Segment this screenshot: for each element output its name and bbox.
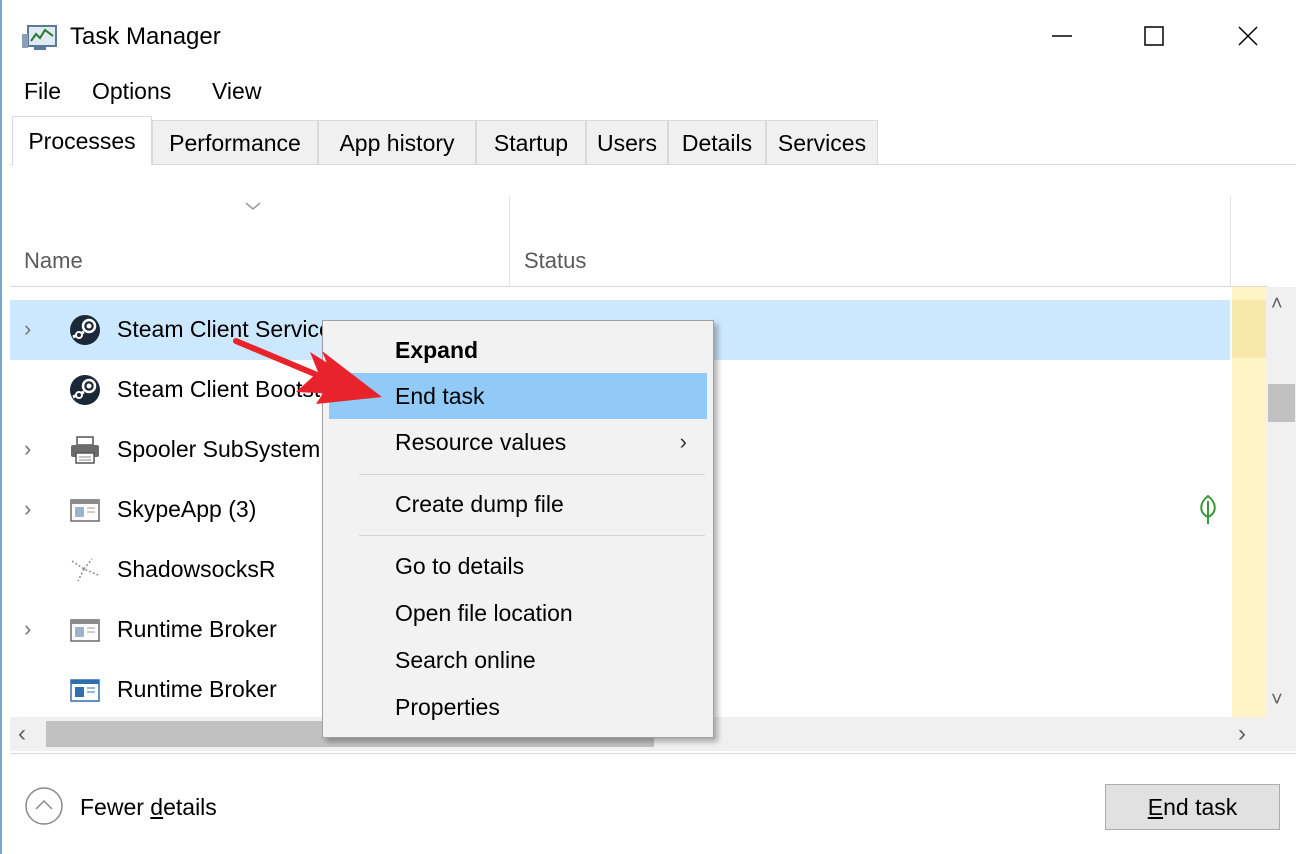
resource-cell-highlight: [1232, 300, 1266, 358]
close-icon: [1238, 26, 1258, 46]
process-name: Runtime Broker: [117, 616, 277, 642]
context-menu-separator: [359, 474, 705, 475]
context-menu-label: Expand: [395, 337, 479, 363]
column-header-status[interactable]: Status: [524, 248, 586, 274]
menu-file[interactable]: File: [24, 76, 61, 106]
context-menu-properties[interactable]: Properties: [329, 684, 707, 730]
vertical-scrollbar[interactable]: [1266, 287, 1296, 717]
tab-app-history[interactable]: App history: [318, 120, 476, 164]
expand-chevron-icon[interactable]: ›: [24, 616, 44, 642]
tab-users[interactable]: Users: [586, 120, 668, 164]
sort-chevron-down-icon[interactable]: [244, 200, 262, 212]
window-title: Task Manager: [70, 23, 221, 50]
tab-performance[interactable]: Performance: [152, 120, 318, 164]
process-name: Steam Client Service: [117, 316, 332, 342]
end-task-button[interactable]: End task: [1105, 784, 1280, 830]
window-left-border: [0, 0, 2, 854]
context-menu-resource-values[interactable]: Resource values ›: [329, 419, 707, 465]
end-task-button-label: nd task: [1163, 794, 1238, 820]
minimize-button[interactable]: [1032, 14, 1092, 58]
app-window-icon: [70, 499, 100, 522]
close-button[interactable]: [1218, 14, 1278, 58]
tab-details[interactable]: Details: [668, 120, 766, 164]
context-menu-label: Go to details: [395, 553, 525, 579]
menu-view[interactable]: View: [212, 76, 261, 106]
footer-separator: [10, 753, 1296, 754]
context-menu-search-online[interactable]: Search online: [329, 637, 707, 683]
context-menu-expand[interactable]: Expand: [329, 327, 707, 373]
vertical-scroll-thumb[interactable]: [1268, 384, 1295, 422]
context-menu-label: Properties: [395, 694, 500, 720]
context-menu-label: Open file location: [395, 600, 573, 626]
context-menu-label: Resource values: [395, 429, 567, 455]
scrollbar-corner: [1266, 717, 1296, 751]
minimize-icon: [1052, 35, 1072, 37]
scroll-right-icon[interactable]: ›: [1238, 722, 1246, 746]
shadowsocks-icon: [71, 558, 99, 582]
header-bottom-border: [10, 286, 1268, 287]
expand-chevron-icon[interactable]: ›: [24, 316, 44, 342]
process-name: SkypeApp (3): [117, 496, 257, 522]
tab-processes[interactable]: Processes: [12, 116, 152, 165]
steam-icon: [70, 315, 100, 345]
process-name: ShadowsocksR: [117, 556, 276, 582]
fewer-details-suffix: etails: [163, 794, 217, 820]
app-window-icon: [70, 619, 100, 642]
maximize-button[interactable]: [1124, 14, 1184, 58]
expand-chevron-icon[interactable]: ›: [24, 496, 44, 522]
task-manager-app-icon: [22, 25, 57, 50]
menu-options[interactable]: Options: [92, 76, 171, 106]
end-task-mnemonic: E: [1147, 794, 1164, 820]
fewer-details-prefix: Fewer: [80, 794, 151, 820]
submenu-arrow-icon: ›: [679, 429, 687, 454]
context-menu-separator: [359, 535, 705, 536]
app-window-blue-icon: [70, 679, 100, 702]
scroll-up-icon[interactable]: ˄: [1271, 294, 1283, 314]
fewer-details-mnemonic: d: [150, 794, 164, 820]
column-header-name[interactable]: Name: [24, 248, 83, 274]
context-menu-end-task[interactable]: End task: [329, 373, 707, 419]
scroll-left-icon[interactable]: ‹: [18, 722, 26, 746]
context-menu-open-file-location[interactable]: Open file location: [329, 590, 707, 636]
column-divider[interactable]: [509, 196, 510, 286]
context-menu-label: Create dump file: [395, 491, 564, 517]
context-menu-label: Search online: [395, 647, 536, 673]
scroll-down-icon[interactable]: ˅: [1271, 690, 1283, 710]
tab-services[interactable]: Services: [766, 120, 878, 164]
chevron-up-circle-icon[interactable]: [24, 786, 64, 826]
context-menu-label: End task: [395, 383, 485, 409]
expand-chevron-icon[interactable]: ›: [24, 436, 44, 462]
leaf-icon: [1200, 494, 1216, 524]
column-divider[interactable]: [1230, 196, 1231, 286]
context-menu-go-to-details[interactable]: Go to details: [329, 543, 707, 589]
context-menu-create-dump-file[interactable]: Create dump file: [329, 481, 707, 527]
tab-strip: Processes Performance App history Startu…: [10, 116, 1296, 165]
fewer-details-link[interactable]: Fewer details: [80, 793, 217, 821]
context-menu: Expand End task Resource values › Create…: [322, 320, 714, 738]
maximize-icon: [1144, 26, 1164, 46]
printer-icon: [71, 436, 99, 464]
steam-icon: [70, 375, 100, 405]
process-name: Runtime Broker: [117, 676, 277, 702]
tab-startup[interactable]: Startup: [476, 120, 586, 164]
